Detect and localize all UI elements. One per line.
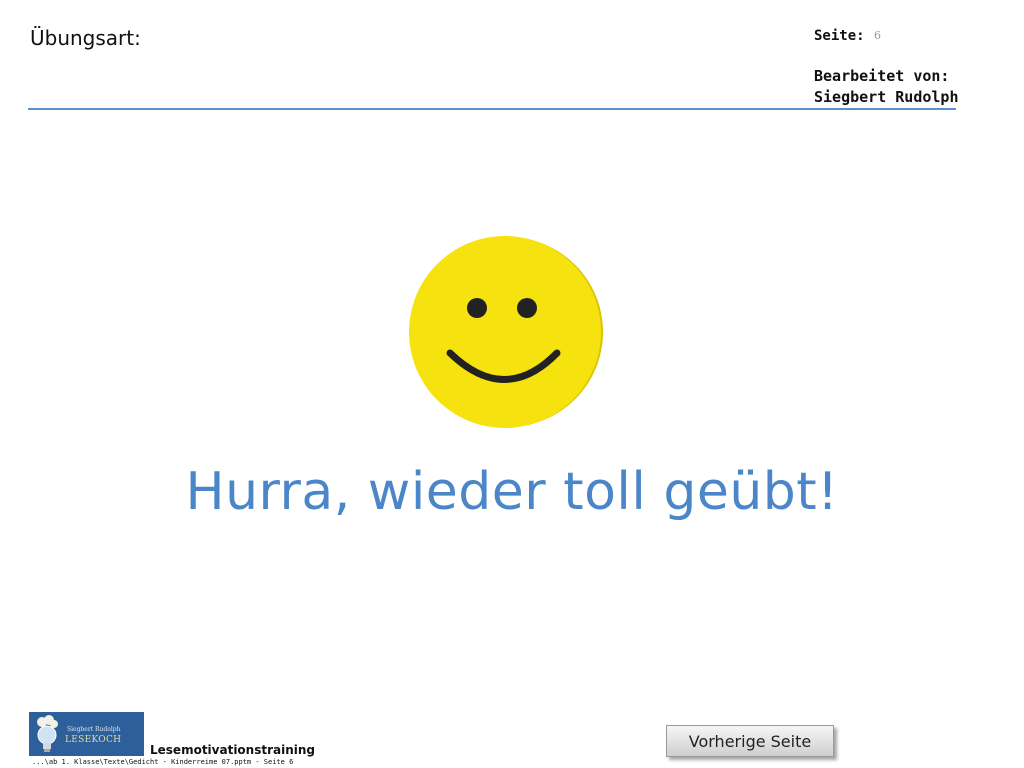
previous-page-button[interactable]: Vorherige Seite [666,725,834,757]
page-label: Seite: [814,28,865,44]
smiley-face-icon [409,236,603,428]
lightbulb-logo-icon [37,715,58,752]
success-headline: Hurra, wieder toll geübt! [185,462,839,522]
smiley-left-eye [467,298,487,318]
editor-label: Bearbeitet von: [814,67,950,85]
editor-name: Siegbert Rudolph [814,88,959,106]
logo-author-text: Siegbert Rudolph [67,726,121,733]
page-number: 6 [874,29,881,42]
footer-file-path: ...\ab 1. Klasse\Texte\Gedicht - Kinderr… [32,758,294,766]
smiley-right-eye [517,298,537,318]
logo-brand-text: LESEKOCH [65,735,122,745]
exercise-type-label: Übungsart: [30,26,141,50]
smiley-face-circle [409,236,601,428]
footer-title: Lesemotivationstraining [150,743,316,757]
lesekoch-logo: Siegbert Rudolph LESEKOCH [29,712,144,756]
header-divider [28,108,956,110]
